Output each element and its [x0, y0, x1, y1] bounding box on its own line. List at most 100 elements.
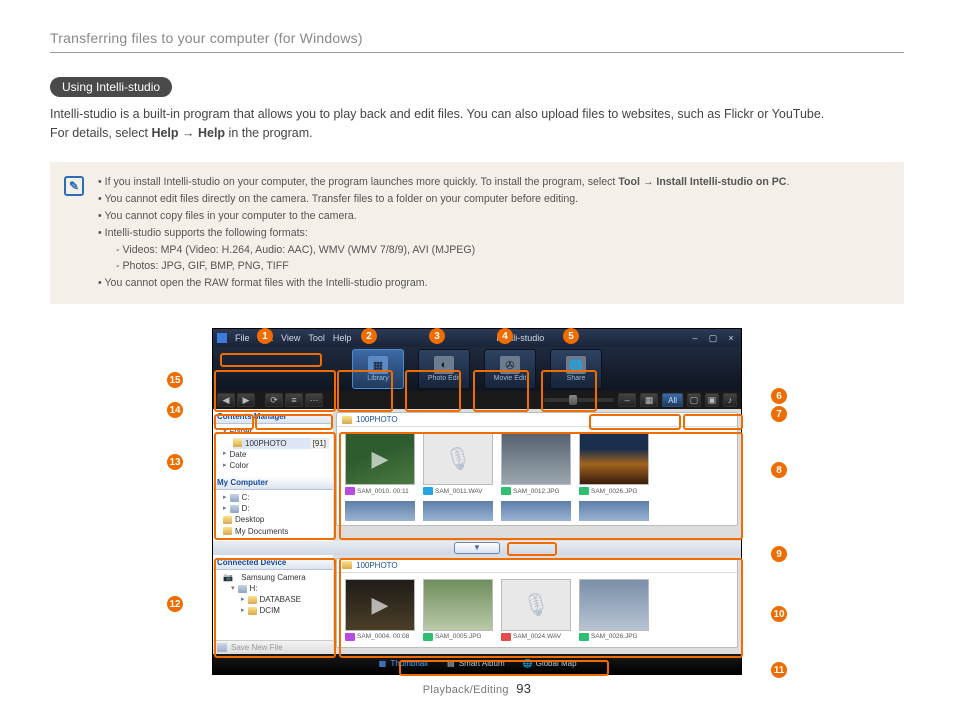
split-divider[interactable]: ▼: [213, 541, 741, 555]
note-2: You cannot edit files directly on the ca…: [98, 191, 789, 208]
gallery-bottom-folder[interactable]: 100PHOTO: [356, 561, 398, 570]
panel-my-computer[interactable]: My Computer: [213, 475, 333, 490]
thumb-item[interactable]: SAM_0026.JPG: [579, 579, 649, 641]
tree-dcim[interactable]: ▸DCIM: [241, 605, 329, 616]
note-list: If you install Intelli-studio on your co…: [98, 174, 789, 293]
folder-icon: [223, 527, 232, 535]
tree-color[interactable]: ▸Color: [223, 460, 329, 471]
note-box: ✎ If you install Intelli-studio on your …: [50, 162, 904, 305]
mode-bar: ▦ Library ◐ Photo Edit ✇ Movie Edit 🌐 Sh…: [213, 347, 741, 391]
page-header: Transferring files to your computer (for…: [50, 30, 904, 53]
nav-back-button[interactable]: ◀: [217, 393, 235, 407]
filter-photos-icon[interactable]: ▢: [687, 393, 701, 407]
tree-database[interactable]: ▸DATABASE: [241, 594, 329, 605]
panel-connected-device[interactable]: Connected Device: [213, 555, 333, 570]
close-button[interactable]: ×: [725, 333, 737, 343]
tree-folder-label: Folder: [230, 426, 253, 437]
gallery-bottom: 100PHOTO ▶ SAM_0004.00:08 SAM_0005.JPG: [336, 558, 738, 648]
view-global-map[interactable]: 🌐Global Map: [523, 659, 577, 669]
mode-photo-edit[interactable]: ◐ Photo Edit: [418, 349, 470, 389]
tree-desktop[interactable]: Desktop: [223, 514, 329, 525]
panel-contents-manager[interactable]: Contents Manager: [213, 409, 333, 424]
mode-movie-edit[interactable]: ✇ Movie Edit: [484, 349, 536, 389]
thumb-item[interactable]: ▶ SAM_0010.00:11: [345, 433, 415, 495]
drive-d[interactable]: ▸D:: [223, 503, 329, 514]
filter-audio-icon[interactable]: ♪: [723, 393, 737, 407]
callout-12: 12: [167, 596, 183, 612]
note-3: You cannot copy files in your computer t…: [98, 208, 789, 225]
footer-page-number: 93: [516, 681, 531, 696]
nav-forward-button[interactable]: ▶: [237, 393, 255, 407]
page-footer: Playback/Editing 93: [50, 681, 904, 696]
play-overlay-icon: ▶: [346, 580, 414, 630]
tool-btn-2[interactable]: ≡: [285, 393, 303, 407]
view-thumbnail[interactable]: ▦Thumbnail: [377, 659, 427, 669]
audio-badge-icon: [501, 633, 511, 641]
tree-folder-count: [91]: [310, 438, 329, 449]
smart-album-icon: ▤: [446, 659, 456, 669]
intro-arrow: →: [179, 126, 198, 140]
title-bar[interactable]: File Edit View Tool Help Intelli-studio …: [213, 329, 741, 347]
tree-date[interactable]: ▸Date: [223, 449, 329, 460]
menu-help[interactable]: Help: [333, 333, 352, 343]
note-4a: Videos: MP4 (Video: H.264, Audio: AAC), …: [116, 242, 789, 259]
zoom-in-button[interactable]: ▦: [640, 393, 658, 407]
thumb-partial[interactable]: [345, 501, 415, 521]
thumb-item[interactable]: SAM_0012.JPG: [501, 433, 571, 495]
sidebar-lower: Connected Device 📷 Samsung Camera ▾H: ▸D…: [213, 555, 333, 654]
thumb-item[interactable]: ▶ SAM_0004.00:08: [345, 579, 415, 641]
tree-samsung-camera[interactable]: 📷 Samsung Camera: [223, 572, 329, 583]
thumb-partial[interactable]: [423, 501, 493, 521]
tool-btn-1[interactable]: ⟳: [265, 393, 283, 407]
mode-library-label: Library: [367, 375, 388, 382]
note-1a: If you install Intelli-studio on your co…: [105, 176, 619, 188]
save-new-file[interactable]: Save New File: [213, 640, 333, 654]
audio-badge-icon: [423, 487, 433, 495]
video-badge-icon: [345, 633, 355, 641]
drive-h[interactable]: ▾H:: [231, 583, 329, 594]
maximize-button[interactable]: ▢: [707, 333, 719, 343]
thumb-item[interactable]: SAM_0026.JPG: [579, 433, 649, 495]
video-badge-icon: [345, 487, 355, 495]
filter-all[interactable]: All: [662, 393, 683, 407]
thumb-item[interactable]: SAM_0005.JPG: [423, 579, 493, 641]
drive-icon: [238, 585, 247, 593]
tree-my-documents[interactable]: My Documents: [223, 526, 329, 537]
view-smart-album[interactable]: ▤Smart Album: [446, 659, 505, 669]
intro-help-1: Help: [151, 126, 178, 140]
thumb-item[interactable]: 🎙 SAM_0024.WAV: [501, 579, 571, 641]
menu-tool[interactable]: Tool: [308, 333, 325, 343]
thumb-partial[interactable]: [579, 501, 649, 521]
filter-videos-icon[interactable]: ▣: [705, 393, 719, 407]
mic-icon: 🎙: [502, 580, 570, 630]
tree-folder-100photo[interactable]: 100PHOTO [91]: [233, 438, 329, 449]
divider-handle[interactable]: ▼: [454, 542, 500, 554]
callout-14: 14: [167, 402, 183, 418]
tree-folder-100-label: 100PHOTO: [245, 438, 287, 449]
note-1c: →: [640, 176, 656, 188]
thumb-partial[interactable]: [501, 501, 571, 521]
image-badge-icon: [579, 487, 589, 495]
mode-library[interactable]: ▦ Library: [352, 349, 404, 389]
gallery-top-folder[interactable]: 100PHOTO: [356, 415, 398, 424]
menu-file[interactable]: File: [235, 333, 250, 343]
zoom-slider[interactable]: [544, 398, 614, 402]
drive-c-label: C:: [242, 492, 250, 503]
view-map-label: Global Map: [536, 659, 577, 668]
tree-folder-root[interactable]: ▾Folder: [223, 426, 329, 437]
tool-btn-3[interactable]: ⋯: [305, 393, 323, 407]
intro-line-1: Intelli-studio is a built-in program tha…: [50, 107, 824, 121]
mode-share[interactable]: 🌐 Share: [550, 349, 602, 389]
thumbnail-icon: ▦: [377, 659, 387, 669]
thumb-item[interactable]: 🎙 SAM_0011.WAV: [423, 433, 493, 495]
zoom-out-button[interactable]: –: [618, 393, 636, 407]
minimize-button[interactable]: –: [689, 333, 701, 343]
menu-view[interactable]: View: [281, 333, 300, 343]
drive-c[interactable]: ▸C:: [223, 492, 329, 503]
thumb-name: SAM_0011.WAV: [435, 488, 483, 495]
intro-line-2b: in the program.: [225, 126, 313, 140]
thumb-name: SAM_0004.: [357, 633, 391, 640]
zoom-thumb[interactable]: [569, 395, 577, 405]
tree-desktop-label: Desktop: [235, 514, 264, 525]
app-window: File Edit View Tool Help Intelli-studio …: [212, 328, 742, 675]
